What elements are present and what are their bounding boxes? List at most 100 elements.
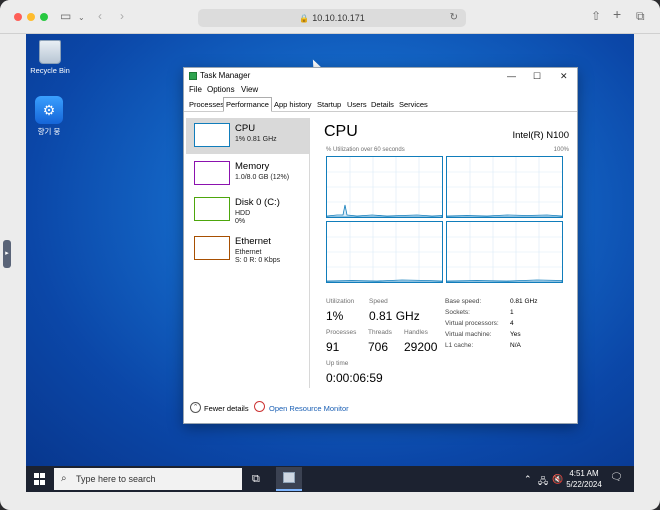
share-icon[interactable]: ⇧ [591, 9, 601, 23]
resource-sidebar: CPU 1% 0.81 GHz Memory 1.0/8.0 GB (12%) … [186, 118, 310, 388]
sidebar-item-ethernet[interactable]: Ethernet Ethernet S: 0 R: 0 Kbps [186, 231, 309, 267]
tab-processes[interactable]: Processes [187, 99, 226, 111]
threads-label: Threads [368, 329, 392, 336]
cpu-core-graph-2 [326, 221, 443, 283]
lock-icon: 🔒 [299, 14, 310, 23]
recycle-bin-desktop-icon[interactable]: Recycle Bin [26, 40, 80, 75]
window-title: Task Manager [200, 71, 251, 80]
speed-value: 0.81 GHz [369, 309, 420, 323]
menu-file[interactable]: File [189, 85, 202, 94]
taskbar-clock[interactable]: 4:51 AM 5/22/2024 [562, 468, 606, 490]
sidebar-item-sub: S: 0 R: 0 Kbps [235, 257, 281, 264]
url-text: 10.10.10.171 [312, 13, 365, 23]
back-arrow-icon[interactable]: ‹ [98, 9, 102, 23]
menu-view[interactable]: View [241, 85, 258, 94]
cpu-panel: CPU Intel(R) N100 % Utilization over 60 … [324, 123, 569, 388]
detail-value: 1 [510, 309, 514, 316]
new-tab-icon[interactable]: + [613, 7, 621, 21]
sidebar-item-memory[interactable]: Memory 1.0/8.0 GB (12%) [186, 156, 309, 192]
network-icon[interactable]: 🖧 [538, 474, 548, 490]
uptime-value: 0:00:06:59 [326, 371, 383, 385]
sidebar-item-sub: 1.0/8.0 GB (12%) [235, 174, 290, 181]
detail-label: Base speed: [445, 298, 482, 305]
detail-value: N/A [510, 342, 521, 349]
clock-time: 4:51 AM [569, 469, 599, 478]
handles-label: Handles [404, 329, 428, 336]
notification-icon[interactable]: 🗨 [610, 472, 623, 483]
minimize-icon[interactable]: — [507, 70, 516, 82]
app-shortcut-icon: ⚙ [35, 96, 63, 124]
safari-window: ▭ ⌄ ‹ › 🔒 10.10.10.171 ↻ ⇧ + ⧉ ▸ Recycle … [0, 0, 660, 510]
clock-date: 5/22/2024 [566, 480, 602, 489]
sidebar-item-name: Ethernet [235, 236, 271, 247]
side-panel-handle[interactable]: ▸ [3, 240, 11, 268]
sidebar-item-sub: HDD [235, 210, 251, 217]
minimize-window-button[interactable] [27, 13, 35, 21]
chevron-down-icon[interactable]: ⌄ [78, 11, 85, 25]
close-icon[interactable]: ✕ [560, 70, 568, 82]
resource-monitor-icon [254, 401, 265, 412]
max-percent-label: 100% [553, 147, 569, 153]
detail-value: 4 [510, 320, 514, 327]
memory-thumbnail-graph [194, 161, 230, 185]
chevron-up-icon[interactable]: ⌃ [190, 402, 201, 413]
panel-title: CPU [324, 123, 358, 140]
tab-details[interactable]: Details [369, 99, 396, 111]
cpu-core-graph-0 [326, 156, 443, 218]
handles-value: 29200 [404, 340, 438, 354]
core-graph-svg [327, 157, 442, 217]
taskbar-search-input[interactable]: ⌕ Type here to search [54, 468, 242, 490]
sidebar-toggle-icon[interactable]: ▭ [60, 9, 71, 23]
url-field[interactable]: 🔒 10.10.10.171 ↻ [198, 9, 466, 27]
chevron-up-icon[interactable]: ⌃ [524, 474, 532, 485]
open-resource-monitor-link[interactable]: Open Resource Monitor [269, 404, 349, 413]
sidebar-item-name: Disk 0 (C:) [235, 197, 280, 208]
disk-thumbnail-graph [194, 197, 230, 221]
detail-label: L1 cache: [445, 342, 474, 349]
utilization-caption: % Utilization over 60 seconds [326, 147, 405, 153]
sidebar-item-name: CPU [235, 123, 256, 134]
search-icon: ⌕ [61, 473, 67, 484]
sidebar-item-cpu[interactable]: CPU 1% 0.81 GHz [186, 118, 309, 154]
cpu-core-graph-1 [446, 156, 563, 218]
tab-performance[interactable]: Performance [223, 97, 272, 112]
taskbar-task-manager-button[interactable] [276, 467, 302, 491]
uptime-label: Up time [326, 360, 349, 367]
detail-label: Sockets: [445, 309, 470, 316]
task-manager-taskbar-icon [283, 472, 295, 483]
app-desktop-icon[interactable]: ⚙ 향기 뭉 [26, 96, 79, 137]
detail-value: 0.81 GHz [510, 298, 538, 305]
utilization-label: Utilization [326, 298, 355, 305]
recycle-bin-icon [39, 40, 61, 64]
processes-value: 91 [326, 340, 340, 354]
tab-app-history[interactable]: App history [272, 99, 314, 111]
safari-toolbar: ▭ ⌄ ‹ › 🔒 10.10.10.171 ↻ ⇧ + ⧉ [0, 0, 660, 34]
forward-arrow-icon[interactable]: › [120, 9, 124, 23]
sidebar-item-sub: Ethernet [235, 249, 262, 256]
task-manager-footer: ⌃ Fewer details Open Resource Monitor [184, 398, 577, 418]
title-bar[interactable]: Task Manager [184, 68, 577, 84]
task-view-icon[interactable]: ⧉ [252, 471, 260, 487]
tab-overview-icon[interactable]: ⧉ [636, 9, 645, 23]
tab-startup[interactable]: Startup [315, 99, 343, 111]
detail-label: Virtual machine: [445, 331, 492, 338]
cpu-model: Intel(R) N100 [512, 130, 570, 141]
sidebar-item-sub: 1% 0.81 GHz [235, 136, 277, 143]
speed-label: Speed [369, 298, 388, 305]
core-graph-svg [327, 222, 442, 282]
windows-start-icon[interactable] [34, 473, 46, 485]
sidebar-item-sub: 0% [235, 218, 246, 225]
fewer-details-link[interactable]: Fewer details [204, 404, 249, 413]
zoom-window-button[interactable] [40, 13, 48, 21]
search-placeholder: Type here to search [76, 474, 156, 484]
reload-icon[interactable]: ↻ [450, 9, 458, 27]
core-graph-svg [447, 222, 562, 282]
sidebar-item-disk[interactable]: Disk 0 (C:) HDD 0% [186, 192, 309, 228]
threads-value: 706 [368, 340, 389, 354]
close-window-button[interactable] [14, 13, 22, 21]
ethernet-thumbnail-graph [194, 236, 230, 260]
tab-users[interactable]: Users [345, 99, 369, 111]
menu-options[interactable]: Options [207, 85, 235, 94]
tab-services[interactable]: Services [397, 99, 430, 111]
maximize-icon[interactable]: ☐ [533, 70, 541, 82]
